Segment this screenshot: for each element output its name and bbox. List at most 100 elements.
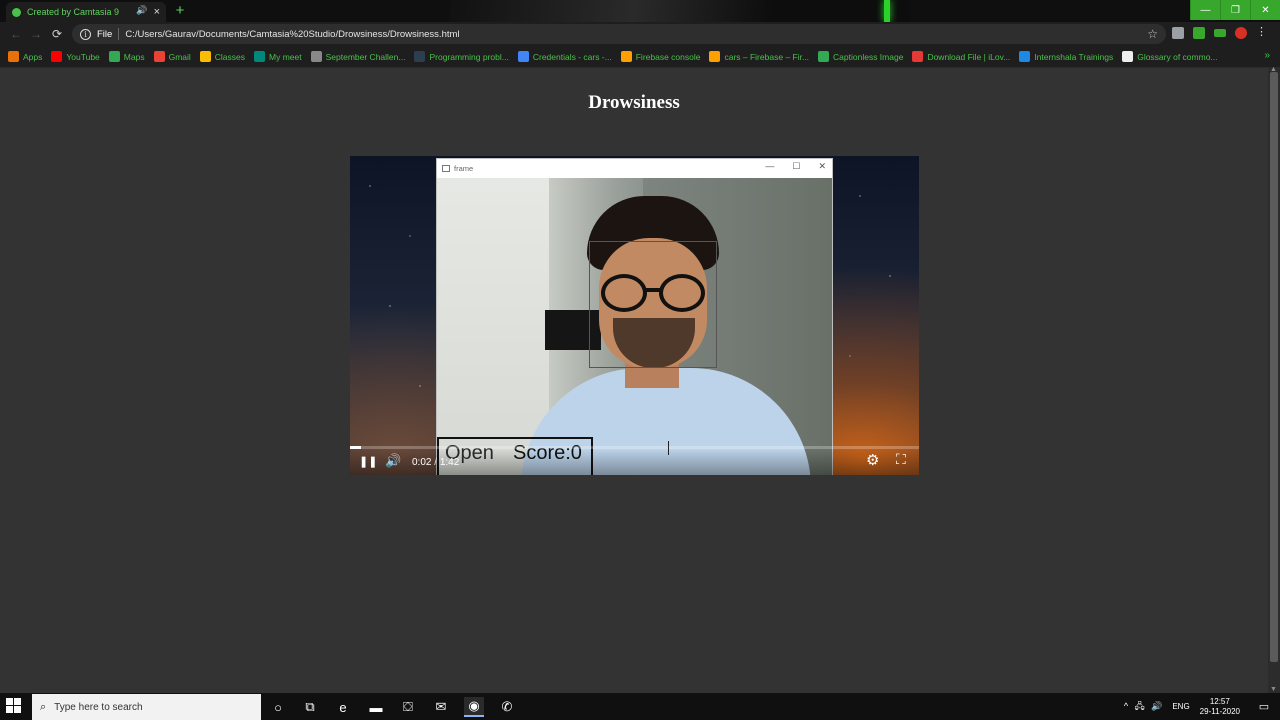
bookmark-label: Internshala Trainings [1034, 51, 1114, 62]
tab-close-icon[interactable]: × [154, 6, 160, 18]
bookmark-item[interactable]: Apps [8, 51, 42, 62]
search-icon: ⌕ [40, 700, 47, 713]
opencv-frame-window: frame — ☐ ✕ Open Score:0 [436, 158, 833, 475]
apps-grid-icon [8, 51, 19, 62]
language-indicator[interactable]: ENG [1172, 702, 1189, 711]
text-cursor [668, 441, 669, 455]
bookmark-item[interactable]: September Challen... [310, 51, 405, 62]
browser-toolbar: ← → ⟳ i File C:/Users/Gaurav/Documents/C… [0, 22, 1280, 46]
bookmark-label: Apps [23, 51, 43, 62]
bookmark-label: Glossary of commo... [1137, 51, 1218, 62]
new-tab-button[interactable]: + [172, 3, 188, 19]
tab-title: Created by Camtasia 9 [27, 7, 120, 17]
bookmark-item[interactable]: Credentials - cars -... [517, 51, 612, 62]
menu-icon[interactable]: ⋮ [1256, 27, 1267, 39]
volume-icon[interactable]: 🔊 [385, 453, 401, 469]
restore-button[interactable]: ❐ [1220, 0, 1250, 20]
captionless-icon [818, 51, 830, 62]
time-separator: / [434, 457, 438, 468]
taskbar-search[interactable]: ⌕ Type here to search [32, 694, 261, 720]
file-explorer-icon[interactable]: ▬ [366, 697, 386, 717]
scroll-down-icon[interactable]: ▼ [1270, 686, 1277, 693]
face-detection-box [589, 241, 717, 368]
start-button[interactable] [6, 698, 24, 716]
opencv-window-title: frame [454, 164, 474, 173]
bookmark-label: Download File | iLov... [927, 51, 1011, 62]
bookmark-item[interactable]: Firebase console [620, 51, 700, 62]
minimize-button[interactable]: — [1190, 0, 1220, 20]
scroll-thumb[interactable] [1270, 72, 1278, 662]
bookmark-item[interactable]: YouTube [51, 51, 100, 62]
cortana-icon[interactable]: ○ [268, 697, 288, 717]
current-time: 0:02 [412, 457, 432, 468]
page-scrollbar[interactable]: ▲ ▼ [1268, 66, 1280, 693]
opencv-window-controls: — ☐ ✕ [765, 161, 826, 172]
bookmark-item[interactable]: Download File | iLov... [912, 51, 1010, 62]
bookmark-label: Programming probl... [429, 51, 509, 62]
close-window-button[interactable]: ✕ [1250, 0, 1280, 20]
clock[interactable]: 12:57 29-11-2020 [1200, 697, 1240, 717]
video-controls: ❚❚ 🔊 0:02 / 1:42 ⚙ ⛶ [350, 449, 919, 475]
cc-icon [310, 51, 322, 62]
store-icon[interactable]: ⛋ [398, 697, 418, 717]
internshala-icon [1019, 51, 1031, 62]
reload-icon[interactable]: ⟳ [52, 27, 62, 41]
wallpaper-band [450, 0, 910, 22]
tray-icons[interactable]: ^ 🖧 🔊 [1124, 699, 1164, 715]
clock-time: 12:57 [1209, 696, 1230, 706]
fullscreen-icon[interactable]: ⛶ [896, 451, 906, 468]
webcam-frame: Open Score:0 [437, 178, 832, 475]
notifications-icon[interactable]: ▭ [1252, 700, 1276, 713]
bookmark-label: Credentials - cars -... [532, 51, 612, 62]
whatsapp-icon[interactable]: ✆ [497, 697, 517, 717]
bookmark-item[interactable]: Maps [108, 51, 145, 62]
cv-close-icon: ✕ [818, 161, 826, 171]
bookmarks-bar: Apps YouTube Maps Gmail Classes My meet Septem… [0, 46, 1280, 68]
youtube-icon [51, 51, 63, 62]
gmail-icon [153, 51, 165, 62]
bookmark-item[interactable]: cars – Firebase – Fir... [709, 51, 809, 62]
bookmarks-more-icon[interactable]: » [1264, 50, 1270, 61]
bookmark-star-icon[interactable]: ☆ [1147, 27, 1158, 41]
opencv-titlebar: frame — ☐ ✕ [437, 159, 832, 178]
maps-icon [108, 51, 120, 62]
bookmark-item[interactable]: Captionless Image [818, 51, 903, 62]
settings-icon[interactable]: ⚙ [866, 451, 879, 469]
forward-icon[interactable]: → [30, 27, 42, 41]
wallpaper-glow [884, 0, 890, 22]
bookmark-item[interactable]: Gmail [153, 51, 191, 62]
window-app-icon [442, 165, 450, 172]
tab-audio-icon[interactable]: 🔊 [136, 5, 147, 16]
profile-icon[interactable] [1235, 27, 1247, 39]
tab-favicon-icon [12, 7, 21, 17]
video-player[interactable]: frame — ☐ ✕ Open Score:0 [350, 156, 919, 475]
puzzle-icon[interactable] [1193, 27, 1205, 39]
pause-icon[interactable]: ❚❚ [359, 455, 377, 468]
extension-icons: ⋮ [1172, 27, 1267, 39]
bookmark-item[interactable]: My meet [254, 51, 302, 62]
chrome-icon[interactable]: ◉ [464, 697, 484, 717]
search-placeholder: Type here to search [54, 701, 143, 713]
classroom-icon [199, 51, 211, 62]
windows-taskbar: ⌕ Type here to search ○ ⧉ e ▬ ⛋ ✉ ◉ ✆ ^ 🖧 🔊 ENG… [0, 693, 1280, 720]
ext-icon-1[interactable] [1172, 27, 1184, 39]
bookmark-item[interactable]: Classes [199, 51, 246, 62]
bookmark-item[interactable]: Glossary of commo... [1122, 51, 1218, 62]
glossary-icon [1122, 51, 1134, 62]
task-view-icon[interactable]: ⧉ [300, 697, 320, 717]
bookmark-item[interactable]: Programming probl... [414, 51, 509, 62]
wall [437, 178, 549, 475]
bookmark-label: Captionless Image [833, 51, 904, 62]
info-icon[interactable]: i [80, 28, 91, 40]
mail-icon[interactable]: ✉ [431, 697, 451, 717]
queue-icon[interactable] [1214, 29, 1226, 37]
cv-maximize-icon: ☐ [792, 161, 801, 171]
back-icon[interactable]: ← [10, 27, 22, 41]
browser-tab-strip: Created by Camtasia 9 × 🔊 + — ❐ ✕ [0, 0, 1280, 22]
system-tray: ^ 🖧 🔊 ENG 12:57 29-11-2020 ▭ [1124, 693, 1280, 720]
bookmark-item[interactable]: Internshala Trainings [1019, 51, 1113, 62]
edge-icon[interactable]: e [333, 697, 353, 717]
address-url[interactable]: C:/Users/Gaurav/Documents/Camtasia%20Stu… [125, 29, 459, 40]
bookmark-label: Classes [214, 51, 246, 62]
address-bar[interactable]: i File C:/Users/Gaurav/Documents/Camtasi… [72, 24, 1166, 44]
